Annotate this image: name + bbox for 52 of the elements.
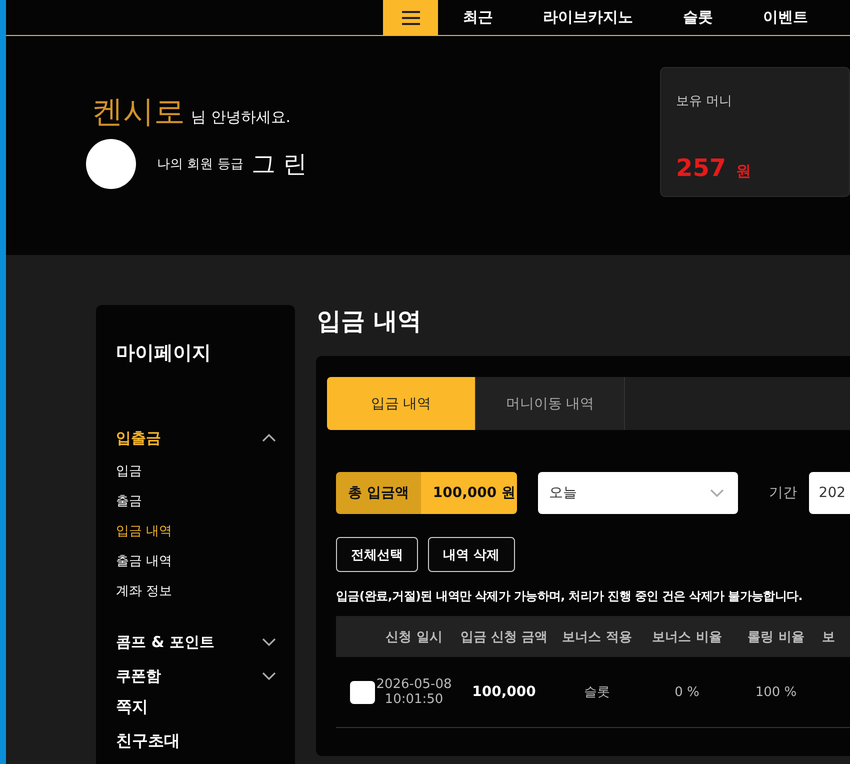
action-button[interactable]: 내역 삭제	[428, 537, 515, 572]
sidebar-title: 마이페이지	[116, 341, 212, 366]
column-header: 입금 신청 금액	[459, 628, 549, 646]
grade-label: 나의 회원 등급	[157, 156, 244, 173]
column-header: 롤링 비율	[746, 628, 806, 646]
currency-unit: 원	[736, 162, 752, 181]
nav-link[interactable]: 라이브카지노	[518, 0, 658, 35]
avatar	[86, 139, 136, 189]
notice-text: 입금(완료,거절)된 내역만 삭제가 가능하며, 처리가 진행 중인 건은 삭제가 불가능합니다.	[336, 589, 804, 605]
page-title: 입금 내역	[316, 306, 422, 337]
menu-button[interactable]	[383, 0, 438, 35]
column-header: 신청 일시	[384, 628, 444, 646]
menu-item[interactable]: 입금	[116, 456, 142, 486]
action-button[interactable]: 전체선택	[336, 537, 418, 572]
chevron-icon	[262, 434, 276, 442]
menu-link[interactable]: 친구초대	[116, 724, 276, 758]
menu-item[interactable]: 출금 내역	[116, 546, 172, 576]
total-label: 총 입금액	[336, 472, 421, 514]
menu-item[interactable]: 계좌 정보	[116, 576, 172, 606]
period-label: 기간	[768, 484, 797, 502]
column-header: 보너스 비율	[651, 628, 723, 646]
chevron-icon	[710, 489, 724, 497]
table-cell-text: 100 %	[754, 684, 798, 700]
menu-icon	[402, 10, 420, 24]
menu-item[interactable]: 입금 내역	[116, 516, 172, 546]
member-grade: 그 린	[251, 149, 307, 180]
menu-link[interactable]: 쪽지	[116, 690, 276, 724]
balance-label: 보유 머니	[676, 94, 732, 109]
period-select[interactable]: 오늘	[538, 472, 738, 514]
date-cell-text: 2026-05-08 10:01:50	[375, 677, 453, 707]
user-name: 켄시로	[92, 93, 185, 132]
nav-link[interactable]: 최근	[438, 0, 518, 35]
menu-group[interactable]: 입출금	[116, 424, 276, 452]
menu-group[interactable]: 콤프 & 포인트	[116, 628, 276, 656]
menu-group[interactable]: 쿠폰함	[116, 662, 276, 690]
greeting-text: 님 안녕하세요.	[191, 108, 291, 127]
chevron-icon	[262, 672, 276, 680]
balance-amount: 257	[676, 154, 726, 182]
total-amount: 100,000 원	[420, 472, 517, 514]
column-header: 보	[821, 628, 836, 646]
date-field[interactable]: 202	[808, 472, 850, 514]
table-cell-text: 0 %	[674, 684, 700, 700]
column-header: 보너스 적용	[561, 628, 633, 646]
tab[interactable]: 입금 내역	[327, 377, 476, 430]
amount-cell-text: 100,000	[471, 684, 537, 700]
row-checkbox[interactable]	[350, 680, 375, 704]
chevron-icon	[262, 638, 276, 646]
menu-item[interactable]: 출금	[116, 486, 142, 516]
nav-link[interactable]: 슬롯	[658, 0, 738, 35]
nav-link[interactable]: 이벤트	[738, 0, 833, 35]
tab[interactable]: 머니이동 내역	[476, 377, 625, 430]
table-cell-text: 슬롯	[583, 684, 611, 701]
